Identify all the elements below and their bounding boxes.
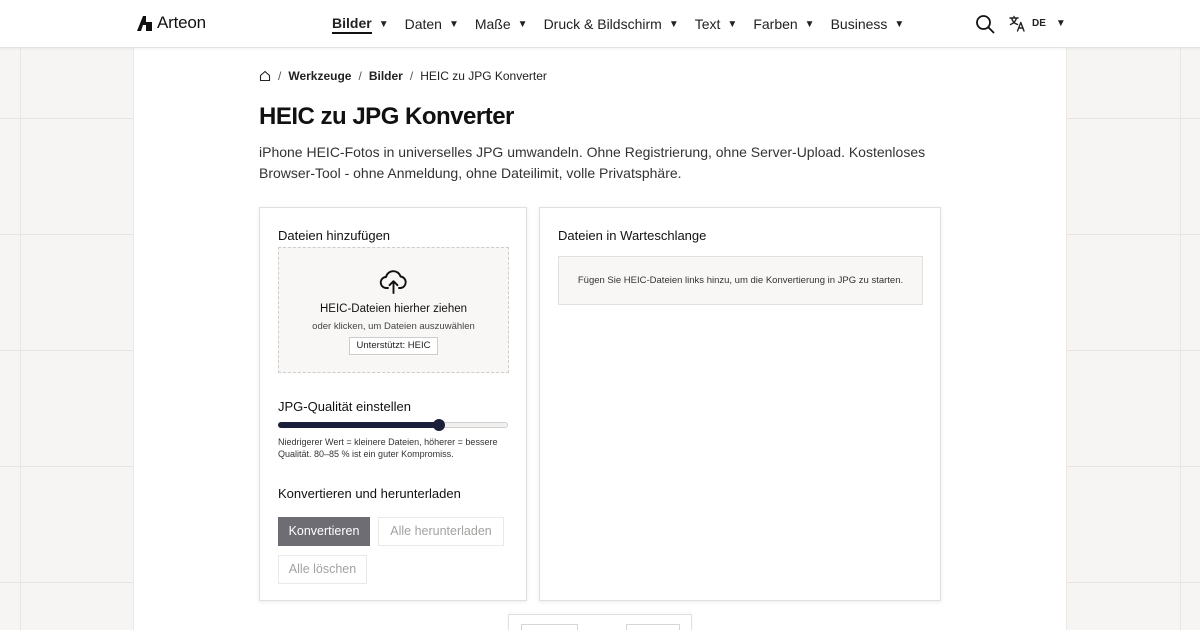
translate-icon: [1009, 15, 1025, 32]
quality-slider-fill: [278, 422, 439, 428]
quality-slider[interactable]: [278, 419, 508, 431]
nav-label: Bilder: [332, 15, 372, 34]
page-title: HEIC zu JPG Konverter: [259, 103, 514, 130]
breadcrumb: / Werkzeuge / Bilder / HEIC zu JPG Konve…: [259, 69, 547, 83]
language-code: DE: [1032, 18, 1046, 29]
delete-all-button[interactable]: Alle löschen: [278, 555, 367, 584]
dropzone-title: HEIC-Dateien hierher ziehen: [319, 303, 468, 315]
nav-item-farben[interactable]: Farben ▼: [753, 0, 814, 48]
breadcrumb-separator: /: [278, 69, 282, 83]
bottom-card: [508, 614, 692, 630]
chevron-down-icon: ▼: [668, 18, 679, 30]
chevron-down-icon: ▼: [727, 18, 738, 30]
breadcrumb-link-werkzeuge[interactable]: Werkzeuge: [288, 69, 351, 83]
nav-item-bilder[interactable]: Bilder ▼: [332, 0, 389, 48]
quality-section-title: JPG-Qualität einstellen: [278, 399, 411, 414]
download-all-button[interactable]: Alle herunterladen: [378, 517, 504, 546]
bottom-chip[interactable]: [626, 624, 680, 630]
convert-button[interactable]: Konvertieren: [278, 517, 370, 546]
nav-item-masse[interactable]: Maße ▼: [475, 0, 528, 48]
search-icon[interactable]: [975, 14, 995, 34]
brand-name: Arteon: [157, 13, 206, 32]
nav-item-druck-bildschirm[interactable]: Druck & Bildschirm ▼: [544, 0, 679, 48]
main-nav: Bilder ▼ Daten ▼ Maße ▼ Druck & Bildschi…: [332, 0, 920, 48]
nav-item-text[interactable]: Text ▼: [695, 0, 738, 48]
nav-label: Business: [830, 16, 888, 32]
queue-empty-message: Fügen Sie HEIC-Dateien links hinzu, um d…: [558, 256, 923, 305]
home-icon[interactable]: [259, 70, 271, 82]
breadcrumb-separator: /: [409, 69, 414, 83]
queue-panel: Dateien in Warteschlange Fügen Sie HEIC-…: [539, 207, 941, 601]
chevron-down-icon: ▼: [448, 18, 459, 30]
file-dropzone[interactable]: HEIC-Dateien hierher ziehen oder klicken…: [278, 247, 509, 373]
supported-formats-badge: Unterstützt: HEIC: [349, 337, 438, 355]
language-switcher[interactable]: DE ▼: [1009, 15, 1066, 32]
breadcrumb-current: HEIC zu JPG Konverter: [420, 69, 547, 83]
brand-logo[interactable]: Arteon: [137, 13, 206, 33]
dropzone-subtitle: oder klicken, um Dateien auszuwählen: [312, 321, 475, 332]
quality-hint: Niedrigerer Wert = kleinere Dateien, höh…: [278, 437, 498, 459]
nav-item-business[interactable]: Business ▼: [831, 0, 905, 48]
arteon-logo-icon: [137, 15, 152, 31]
nav-label: Druck & Bildschirm: [543, 16, 662, 32]
top-header: Arteon Bilder ▼ Daten ▼ Maße ▼ Druck & B…: [0, 0, 1200, 48]
chevron-down-icon: ▼: [894, 18, 905, 30]
cloud-upload-icon: [379, 270, 407, 294]
quality-slider-thumb[interactable]: [433, 419, 445, 431]
breadcrumb-separator: /: [358, 69, 362, 83]
breadcrumb-link-bilder[interactable]: Bilder: [369, 69, 403, 83]
upload-section-title: Dateien hinzufügen: [278, 228, 391, 243]
nav-label: Maße: [474, 16, 511, 32]
chevron-down-icon: ▼: [378, 18, 389, 30]
chevron-down-icon: ▼: [517, 18, 528, 30]
nav-label: Text: [694, 16, 721, 32]
page-description: iPhone HEIC-Fotos in universelles JPG um…: [259, 144, 926, 181]
nav-label: Farben: [753, 16, 798, 32]
bottom-chip[interactable]: [521, 624, 578, 630]
queue-section-title: Dateien in Warteschlange: [558, 228, 707, 243]
chevron-down-icon: ▼: [1055, 18, 1066, 29]
upload-panel: Dateien hinzufügen HEIC-Dateien hierher …: [259, 207, 527, 601]
nav-label: Daten: [404, 16, 442, 32]
nav-item-daten[interactable]: Daten ▼: [405, 0, 459, 48]
actions-section-title: Konvertieren und herunterladen: [278, 486, 461, 501]
chevron-down-icon: ▼: [804, 18, 815, 30]
